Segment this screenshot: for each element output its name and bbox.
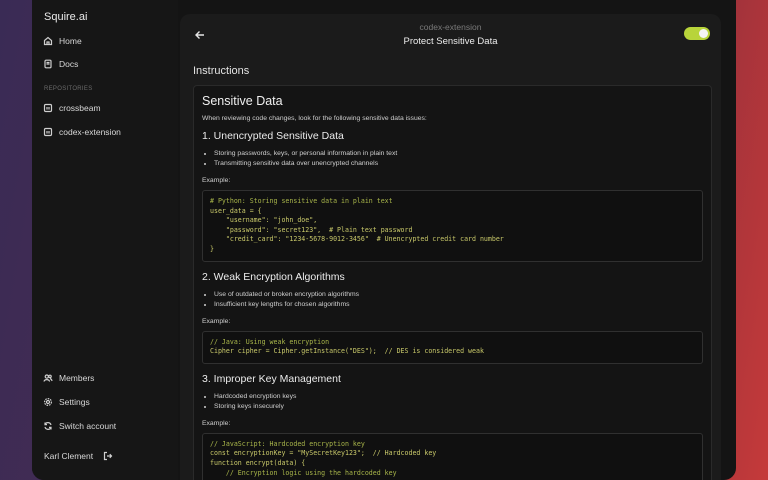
code-line: Cipher cipher = Cipher.getInstance("DES"… bbox=[210, 347, 484, 356]
code-line: const encryptionKey = "MySecretKey123"; … bbox=[210, 449, 437, 458]
code-line: // JavaScript: Hardcoded encryption key bbox=[210, 439, 365, 448]
list-item: Storing passwords, keys, or personal inf… bbox=[214, 149, 703, 159]
logout-icon[interactable] bbox=[103, 451, 113, 461]
brand-logo[interactable]: Squire.ai bbox=[44, 11, 87, 23]
sidebar-item-home[interactable]: Home bbox=[43, 34, 82, 48]
code-line: "password": "secret123", # Plain text pa… bbox=[210, 225, 413, 234]
sidebar-item-docs[interactable]: Docs bbox=[43, 57, 78, 71]
code-line: // Encryption logic using the hardcoded … bbox=[210, 468, 397, 477]
bullet-list: Use of outdated or broken encryption alg… bbox=[202, 290, 703, 310]
list-item: Transmitting sensitive data over unencry… bbox=[214, 159, 703, 169]
app-window: Squire.ai Home Docs REPOSITORIES crossbe… bbox=[32, 0, 736, 480]
user-row: Karl Clement bbox=[44, 451, 113, 461]
code-line: "username": "john_doe", bbox=[210, 216, 318, 225]
sidebar-item-settings[interactable]: Settings bbox=[43, 395, 90, 409]
sidebar-item-members[interactable]: Members bbox=[43, 371, 94, 385]
instructions-heading: Instructions bbox=[193, 65, 250, 77]
repositories-label: REPOSITORIES bbox=[44, 86, 93, 92]
bullet-list: Hardcoded encryption keys Storing keys i… bbox=[202, 392, 703, 412]
section-heading: 1. Unencrypted Sensitive Data bbox=[202, 130, 344, 142]
code-line: // Java: Using weak encryption bbox=[210, 337, 330, 346]
sidebar: Squire.ai Home Docs REPOSITORIES crossbe… bbox=[32, 0, 178, 480]
sidebar-item-label: Home bbox=[59, 36, 82, 46]
list-item: Insufficient key lengths for chosen algo… bbox=[214, 300, 703, 310]
code-line: # Python: Storing sensitive data in plai… bbox=[210, 197, 393, 205]
toggle-knob bbox=[699, 29, 708, 38]
sidebar-item-label: Switch account bbox=[59, 421, 117, 431]
code-line: user_data = { bbox=[210, 206, 262, 215]
enable-toggle[interactable] bbox=[684, 27, 710, 40]
members-icon bbox=[43, 374, 53, 382]
docs-icon bbox=[44, 59, 52, 69]
page-title: Protect Sensitive Data bbox=[403, 36, 498, 47]
list-item: Storing keys insecurely bbox=[214, 402, 703, 412]
list-item: Use of outdated or broken encryption alg… bbox=[214, 290, 703, 300]
sidebar-item-switch-account[interactable]: Switch account bbox=[43, 419, 116, 433]
example-label: Example: bbox=[202, 419, 231, 427]
example-label: Example: bbox=[202, 177, 231, 184]
main-panel: codex-extension Protect Sensitive Data I… bbox=[180, 14, 721, 480]
code-block[interactable]: // JavaScript: Hardcoded encryption key c… bbox=[202, 432, 703, 480]
example-label: Example: bbox=[202, 317, 231, 325]
code-line: function encrypt(data) { bbox=[210, 458, 306, 467]
sidebar-item-crossbeam[interactable]: crossbeam bbox=[43, 101, 101, 115]
code-line: "credit_card": "1234-5678-9012-3456" # U… bbox=[210, 235, 504, 244]
sidebar-item-label: Members bbox=[59, 373, 95, 383]
doc-intro: When reviewing code changes, look for th… bbox=[202, 115, 427, 122]
code-line: } bbox=[210, 244, 214, 253]
sidebar-item-label: crossbeam bbox=[59, 103, 101, 113]
doc-title: Sensitive Data bbox=[202, 94, 283, 108]
home-icon bbox=[43, 36, 53, 46]
repo-icon bbox=[43, 103, 53, 113]
list-item: Hardcoded encryption keys bbox=[214, 392, 703, 402]
breadcrumb: codex-extension bbox=[419, 22, 482, 32]
section-heading: 3. Improper Key Management bbox=[202, 372, 341, 385]
code-block[interactable]: // Java: Using weak encryption Cipher cip… bbox=[202, 330, 703, 364]
sidebar-item-codex-extension[interactable]: codex-extension bbox=[43, 125, 121, 139]
code-block[interactable]: # Python: Storing sensitive data in plai… bbox=[202, 190, 703, 262]
sidebar-item-label: Settings bbox=[59, 397, 90, 407]
bullet-list: Storing passwords, keys, or personal inf… bbox=[202, 149, 703, 169]
sidebar-item-label: Docs bbox=[59, 59, 79, 69]
gear-icon bbox=[43, 397, 53, 407]
sidebar-item-label: codex-extension bbox=[59, 127, 121, 137]
section-heading: 2. Weak Encryption Algorithms bbox=[202, 270, 345, 283]
instructions-card[interactable]: Sensitive Data When reviewing code chang… bbox=[193, 85, 712, 480]
switch-icon bbox=[44, 422, 52, 430]
user-name: Karl Clement bbox=[44, 451, 94, 461]
repo-icon bbox=[43, 127, 53, 137]
